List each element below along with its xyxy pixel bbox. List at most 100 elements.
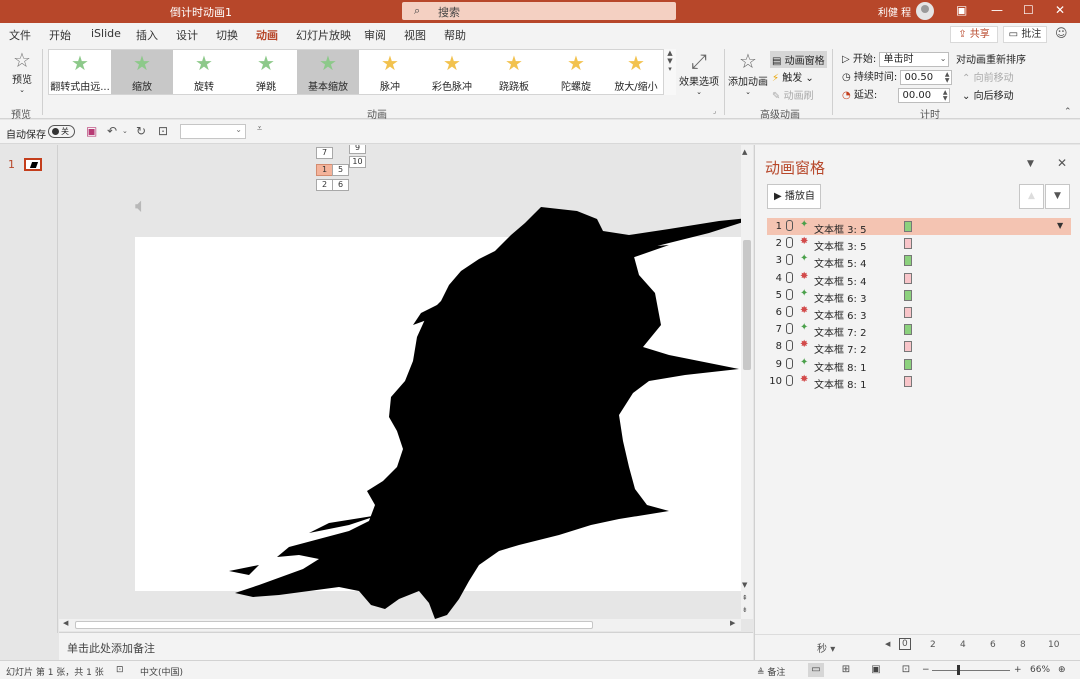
play-from-button[interactable]: ▶ 播放自 xyxy=(767,184,821,209)
gallery-scroll[interactable]: ▲ ▼ ▾ xyxy=(663,49,676,95)
tab-home[interactable]: 开始 xyxy=(49,27,71,43)
animation-tag[interactable]: 9 xyxy=(349,145,366,154)
language-indicator[interactable]: 中文(中国) xyxy=(140,665,183,678)
duration-input[interactable]: 00.50 ▲ ▼ xyxy=(900,69,953,85)
undo-icon[interactable]: ↶ xyxy=(107,124,117,138)
maximize-icon[interactable]: ☐ xyxy=(1023,3,1034,17)
slideshow-icon[interactable]: ⊡ xyxy=(898,663,914,677)
collapse-ribbon-icon[interactable]: ⌃ xyxy=(1064,107,1072,117)
trigger-button[interactable]: ⚡ 触发 ⌄ xyxy=(772,69,814,84)
ribbon-display-icon[interactable]: ▣ xyxy=(956,3,967,17)
feedback-icon[interactable]: ☺ xyxy=(1055,26,1068,40)
save-icon[interactable]: ▣ xyxy=(86,124,97,138)
tab-design[interactable]: 设计 xyxy=(176,27,198,43)
chevron-up-icon[interactable]: ▲ xyxy=(664,49,676,57)
share-button[interactable]: ⇪ 共享 xyxy=(950,26,998,43)
effect-options-button[interactable]: ⤢ 效果选项 ⌄ xyxy=(678,49,720,96)
horizontal-scrollbar[interactable]: ◀ ▶ xyxy=(59,619,741,631)
animation-item[interactable]: 7 ✦ 文本框 7: 2 xyxy=(767,321,1071,339)
vertical-scrollbar[interactable]: ▲ ▼ ⇞ ⇟ xyxy=(741,145,753,619)
gallery-item[interactable]: ★ 放大/缩小 xyxy=(605,50,667,94)
tab-insert[interactable]: 插入 xyxy=(136,27,158,43)
gallery-item[interactable]: ★ 彩色脉冲 xyxy=(421,50,483,94)
delay-input[interactable]: 00.00 ▲ ▼ xyxy=(898,87,951,103)
slideshow-start-icon[interactable]: ⊡ xyxy=(158,124,168,138)
tab-animations[interactable]: 动画 xyxy=(256,27,278,48)
normal-view-icon[interactable]: ▭ xyxy=(808,663,824,677)
tab-view[interactable]: 视图 xyxy=(404,27,426,43)
animation-painter-button[interactable]: ✎ 动画刷 xyxy=(772,87,814,102)
scroll-down-icon[interactable]: ▼ xyxy=(742,581,747,589)
timeline-left-icon[interactable]: ◀ xyxy=(885,640,890,648)
scroll-right-icon[interactable]: ▶ xyxy=(730,619,735,627)
move-later-button[interactable]: ⌄ 向后移动 xyxy=(962,87,1014,102)
scroll-up-icon[interactable]: ▲ xyxy=(742,148,747,156)
minimize-icon[interactable]: — xyxy=(991,3,1003,17)
gallery-item[interactable]: ★ 弹跳 xyxy=(235,50,297,94)
font-select[interactable]: ⌄ xyxy=(180,124,246,139)
timing-bar[interactable] xyxy=(904,255,912,267)
animation-pane-button[interactable]: ▤ 动画窗格 xyxy=(770,51,827,68)
item-dropdown-icon[interactable]: ▼ xyxy=(1057,221,1063,230)
timing-bar[interactable] xyxy=(904,341,912,353)
animation-item[interactable]: 1 ✦ 文本框 3: 5 ▼ xyxy=(767,218,1071,236)
customize-toolbar-icon[interactable]: ⩡ xyxy=(257,124,262,134)
reading-view-icon[interactable]: ▣ xyxy=(868,663,884,677)
move-earlier-button[interactable]: ⌃ 向前移动 xyxy=(962,69,1014,84)
timing-bar[interactable] xyxy=(904,324,912,336)
spinner-icon[interactable]: ▲ ▼ xyxy=(945,71,950,84)
comment-button[interactable]: ▭ 批注 xyxy=(1003,26,1047,43)
ink-brush-shape[interactable] xyxy=(199,205,741,619)
animation-item[interactable]: 10 ✸ 文本框 8: 1 xyxy=(767,373,1071,391)
avatar[interactable] xyxy=(916,2,934,20)
animation-tag[interactable]: 6 xyxy=(332,179,349,191)
animation-item[interactable]: 3 ✦ 文本框 5: 4 xyxy=(767,252,1071,270)
timing-bar[interactable] xyxy=(904,358,912,370)
timing-bar[interactable] xyxy=(904,238,912,250)
tab-file[interactable]: 文件 xyxy=(9,27,31,43)
animation-item[interactable]: 4 ✸ 文本框 5: 4 xyxy=(767,270,1071,288)
search-box[interactable]: ⌕ 搜索 xyxy=(402,2,676,20)
gallery-item[interactable]: ★ 缩放 xyxy=(111,50,173,94)
gallery-item[interactable]: ★ 跷跷板 xyxy=(483,50,545,94)
move-down-button[interactable]: ▼ xyxy=(1045,184,1070,209)
gallery-item[interactable]: ★ 陀螺旋 xyxy=(545,50,607,94)
previous-slide-icon[interactable]: ⇞ xyxy=(742,594,748,602)
animation-item[interactable]: 9 ✦ 文本框 8: 1 xyxy=(767,356,1071,374)
zoom-slider[interactable] xyxy=(932,670,1010,671)
gallery-expand-icon[interactable]: ▾ xyxy=(664,65,676,73)
zoom-out-icon[interactable]: − xyxy=(922,665,930,675)
close-icon[interactable]: ✕ xyxy=(1057,156,1067,170)
autosave-toggle[interactable]: 关 xyxy=(48,125,75,138)
chevron-down-icon[interactable]: ▼ xyxy=(664,57,676,65)
timeline-unit-select[interactable]: 秒 ▾ xyxy=(817,640,835,655)
pane-options-icon[interactable]: ▼ xyxy=(1027,159,1034,169)
animation-tag[interactable]: 1 xyxy=(316,164,333,176)
tab-review[interactable]: 审阅 xyxy=(364,27,386,43)
timing-bar[interactable] xyxy=(904,221,912,232)
timing-bar[interactable] xyxy=(904,289,912,301)
tab-islide[interactable]: iSlide xyxy=(91,27,121,40)
close-icon[interactable]: ✕ xyxy=(1055,3,1065,17)
animation-tag[interactable]: 7 xyxy=(316,147,333,159)
gallery-item[interactable]: ★ 脉冲 xyxy=(359,50,421,94)
timing-bar[interactable] xyxy=(904,375,912,387)
animation-tag[interactable]: 10 xyxy=(349,156,366,168)
preview-button[interactable]: ☆ 预览 ⌄ xyxy=(6,49,38,99)
redo-icon[interactable]: ↻ xyxy=(136,124,146,138)
slide-thumbnail[interactable] xyxy=(24,158,42,171)
animation-item[interactable]: 8 ✸ 文本框 7: 2 xyxy=(767,338,1071,356)
tab-transitions[interactable]: 切换 xyxy=(216,27,238,43)
animation-item[interactable]: 5 ✦ 文本框 6: 3 xyxy=(767,287,1071,305)
tab-help[interactable]: 帮助 xyxy=(444,27,466,43)
gallery-item[interactable]: ★ 翻转式由远... xyxy=(49,50,111,94)
scroll-thumb[interactable] xyxy=(75,621,593,629)
timing-bar[interactable] xyxy=(904,272,912,284)
animation-tag[interactable]: 2 xyxy=(316,179,333,191)
tab-slideshow[interactable]: 幻灯片放映 xyxy=(296,27,351,43)
notes-pane[interactable]: 单击此处添加备注 xyxy=(59,632,753,660)
notes-toggle[interactable]: ≜ 备注 xyxy=(757,665,785,678)
start-select[interactable]: 单击时 ⌄ xyxy=(879,51,950,67)
move-up-button[interactable]: ▲ xyxy=(1019,184,1044,209)
chevron-down-icon[interactable]: ⌄ xyxy=(122,127,128,135)
